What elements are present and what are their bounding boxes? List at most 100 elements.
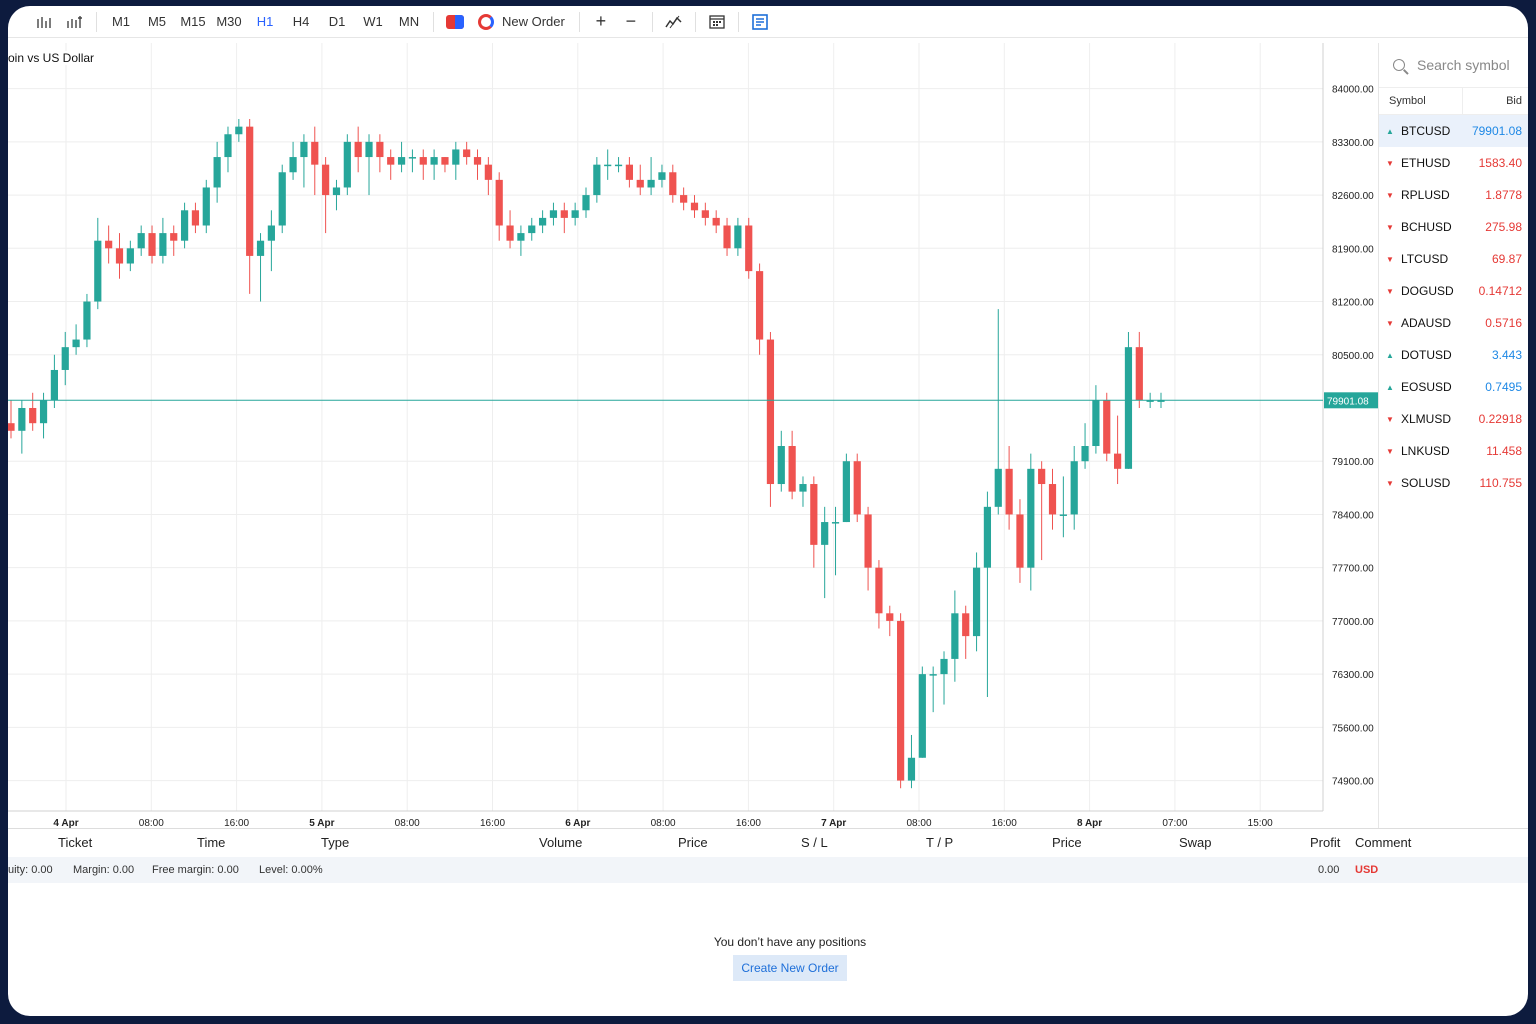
candle-body (680, 195, 688, 203)
candle-body (191, 210, 200, 226)
candle-body (690, 202, 699, 211)
margin-value: Margin: 0.00 (73, 864, 135, 876)
col-type[interactable]: Type (321, 835, 349, 850)
zoom-out-button[interactable]: − (616, 8, 646, 36)
timeframe-d1[interactable]: D1 (319, 8, 355, 36)
watchlist-row-dotusd[interactable]: ▲ DOTUSD 3.443 (1379, 339, 1528, 371)
price-chart[interactable]: 84000.00 83300.00 82600.00 81900.00 81200.00… (8, 43, 1378, 829)
price-tick-label: 82600.00 (1332, 191, 1374, 202)
candle-body (777, 446, 785, 485)
watchlist-symbol: ADAUSD (1401, 316, 1452, 330)
watchlist-row-btcusd[interactable]: ▲ BTCUSD 79901.08 (1379, 115, 1528, 147)
col-symbol[interactable]: Symbol (1379, 88, 1463, 114)
search-input[interactable]: Search symbol (1417, 57, 1510, 73)
candle-body (202, 187, 210, 226)
price-tick-label: 78400.00 (1332, 510, 1374, 521)
time-tick-label: 08:00 (139, 818, 164, 828)
candles-icon[interactable] (60, 8, 90, 36)
col-bid[interactable]: Bid (1463, 95, 1528, 107)
candle-body (289, 157, 297, 173)
candlestick-chart[interactable]: 84000.00 83300.00 82600.00 81900.00 81200.00… (8, 43, 1378, 829)
candle-body (94, 240, 102, 302)
price-tick-label: 81200.00 (1332, 298, 1374, 309)
timeframe-m15[interactable]: M15 (175, 8, 211, 36)
arrow-down-icon: ▼ (1386, 158, 1394, 168)
new-order-button[interactable]: New Order (470, 8, 573, 36)
watchlist-row-eosusd[interactable]: ▲ EOSUSD 0.7495 (1379, 371, 1528, 403)
price-tick-label: 76300.00 (1332, 670, 1374, 681)
col-comment[interactable]: Comment (1355, 835, 1411, 850)
watchlist-row-lnkusd[interactable]: ▼ LNKUSD 11.458 (1379, 435, 1528, 467)
col-sl[interactable]: S / L (801, 835, 828, 850)
col-volume[interactable]: Volume (539, 835, 582, 850)
trade-panel-icon[interactable] (745, 8, 775, 36)
timeframe-w1[interactable]: W1 (355, 8, 391, 36)
price-tick-label: 84000.00 (1332, 85, 1374, 96)
create-new-order-button[interactable]: Create New Order (733, 955, 847, 981)
new-order-label: New Order (502, 14, 565, 29)
candle-body (723, 225, 731, 249)
symbol-search[interactable]: Search symbol (1379, 43, 1528, 87)
candle-body (766, 339, 775, 485)
candle-body (636, 179, 644, 188)
col-current-price[interactable]: Price (1052, 835, 1082, 850)
indicators-icon[interactable] (659, 8, 689, 36)
candle-body (126, 248, 134, 264)
candle-body (1048, 484, 1057, 515)
watchlist-header: Symbol Bid (1379, 87, 1528, 115)
watchlist-row-ethusd[interactable]: ▼ ETHUSD 1583.40 (1379, 147, 1528, 179)
col-time[interactable]: Time (197, 835, 225, 850)
watchlist-symbol: EOSUSD (1401, 380, 1452, 394)
time-tick-label: 4 Apr (53, 818, 78, 828)
bar-chart-icon[interactable] (30, 8, 60, 36)
watchlist-row-adausd[interactable]: ▼ ADAUSD 0.5716 (1379, 307, 1528, 339)
watchlist-symbol: BCHUSD (1401, 220, 1452, 234)
zoom-in-button[interactable]: + (586, 8, 616, 36)
col-ticket[interactable]: Ticket (58, 835, 92, 850)
candle-body (1081, 446, 1089, 462)
search-icon (1393, 59, 1405, 71)
time-tick-label: 7 Apr (821, 818, 846, 828)
candle-body (235, 126, 243, 135)
col-tp[interactable]: T / P (926, 835, 953, 850)
arrow-down-icon: ▼ (1386, 190, 1394, 200)
col-swap[interactable]: Swap (1179, 835, 1212, 850)
candle-body (419, 157, 427, 165)
timeframe-m30[interactable]: M30 (211, 8, 247, 36)
chart-title: oin vs US Dollar (8, 51, 99, 65)
symbol-switch-icon[interactable] (440, 8, 470, 36)
calendar-icon[interactable] (702, 8, 732, 36)
timeframe-mn[interactable]: MN (391, 8, 427, 36)
watchlist-bid: 110.755 (1479, 476, 1523, 490)
timeframe-h4[interactable]: H4 (283, 8, 319, 36)
candle-body (1016, 514, 1024, 568)
timeframe-h1[interactable]: H1 (247, 8, 283, 36)
candle-body (397, 157, 406, 165)
timeframe-m5[interactable]: M5 (139, 8, 175, 36)
price-tick-label: 77700.00 (1332, 564, 1374, 575)
col-profit[interactable]: Profit (1310, 835, 1340, 850)
arrow-up-icon: ▲ (1386, 126, 1394, 136)
candle-body (267, 225, 275, 241)
watchlist-row-bchusd[interactable]: ▼ BCHUSD 275.98 (1379, 211, 1528, 243)
candle-body (972, 567, 981, 637)
candle-body (897, 620, 905, 781)
new-order-icon (478, 13, 494, 30)
account-currency: USD (1355, 864, 1379, 876)
arrow-down-icon: ▼ (1386, 286, 1394, 296)
price-tick-label: 77000.00 (1332, 617, 1374, 628)
watchlist-row-xlmusd[interactable]: ▼ XLMUSD 0.22918 (1379, 403, 1528, 435)
watchlist-row-rplusd[interactable]: ▼ RPLUSD 1.8778 (1379, 179, 1528, 211)
candle-body (137, 233, 145, 249)
candle-body (115, 248, 124, 264)
watchlist-row-solusd[interactable]: ▼ SOLUSD 110.755 (1379, 467, 1528, 499)
candle-body (669, 172, 677, 196)
candle-body (39, 400, 48, 424)
candle-body (387, 157, 395, 165)
timeframe-m1[interactable]: M1 (103, 8, 139, 36)
watchlist-row-dogusd[interactable]: ▼ DOGUSD 0.14712 (1379, 275, 1528, 307)
candle-body (29, 407, 37, 424)
watchlist-row-ltcusd[interactable]: ▼ LTCUSD 69.87 (1379, 243, 1528, 275)
candle-body (484, 164, 492, 180)
col-price[interactable]: Price (678, 835, 708, 850)
